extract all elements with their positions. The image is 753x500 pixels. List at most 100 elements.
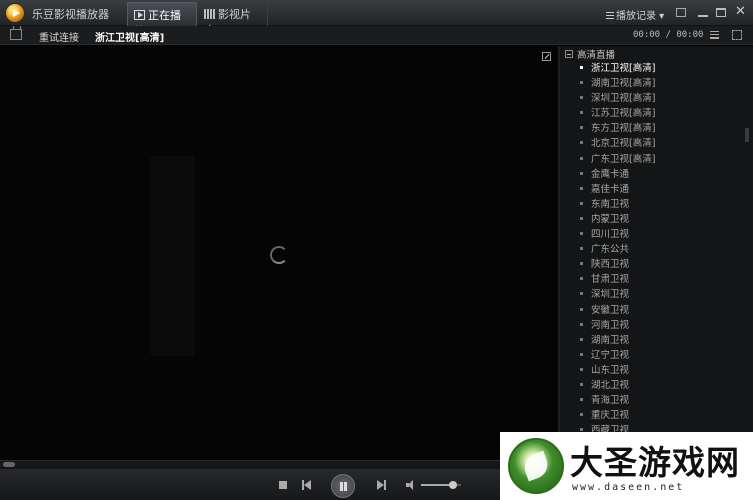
bullet-icon xyxy=(580,337,583,341)
play-pause-button[interactable] xyxy=(331,474,355,498)
minimize-button[interactable] xyxy=(698,15,708,17)
time-display: 00:00 / 00:00 xyxy=(633,30,704,40)
playlist-toggle-icon[interactable] xyxy=(710,31,719,39)
video-area[interactable] xyxy=(0,46,558,460)
volume-icon[interactable] xyxy=(406,480,416,490)
volume-knob[interactable] xyxy=(449,481,457,489)
bullet-icon xyxy=(580,171,583,175)
channel-item[interactable]: 北京卫视[高清] xyxy=(580,136,655,151)
tab-video-library[interactable]: 影视片库 xyxy=(198,2,268,37)
fullscreen-icon[interactable] xyxy=(732,30,742,40)
bullet-icon xyxy=(580,232,583,236)
channel-item[interactable]: 青海卫视 xyxy=(580,393,655,408)
channel-item-label: 湖南卫视[高清] xyxy=(591,78,656,90)
channel-item[interactable]: 河南卫视 xyxy=(580,318,655,333)
channel-item-label: 安徽卫视 xyxy=(591,304,630,316)
channel-item[interactable]: 金鹰卡通 xyxy=(580,167,655,182)
collapse-icon[interactable] xyxy=(565,50,573,58)
channel-item[interactable]: 山东卫视 xyxy=(580,363,655,378)
channel-item[interactable]: 湖南卫视 xyxy=(580,333,655,348)
next-button[interactable] xyxy=(377,480,387,490)
bullet-icon xyxy=(580,111,583,115)
current-channel-title: 浙江卫视[高清] xyxy=(95,33,165,44)
bullet-icon xyxy=(580,307,583,311)
channel-item[interactable]: 深圳卫视[高清] xyxy=(580,91,655,106)
channel-item[interactable]: 广东卫视[高清] xyxy=(580,152,655,167)
app-logo-icon xyxy=(5,3,25,23)
close-button[interactable]: ✕ xyxy=(735,4,746,19)
channel-item-label: 湖南卫视 xyxy=(591,334,630,346)
channel-item-label: 四川卫视 xyxy=(591,229,630,241)
channel-item[interactable]: 四川卫视 xyxy=(580,227,655,242)
site-watermark: 大圣游戏网 www.daseen.net xyxy=(500,432,753,500)
channel-item[interactable]: 嘉佳卡通 xyxy=(580,182,655,197)
bullet-icon xyxy=(580,96,583,100)
channel-item-label: 青海卫视 xyxy=(591,395,630,407)
channel-item-label: 浙江卫视[高清] xyxy=(591,63,656,74)
watermark-logo-icon xyxy=(508,438,564,494)
tv-icon[interactable] xyxy=(10,26,22,40)
channel-item[interactable]: 东南卫视 xyxy=(580,197,655,212)
channel-item[interactable]: 辽宁卫视 xyxy=(580,348,655,363)
stop-button[interactable] xyxy=(279,481,287,489)
channel-item[interactable]: 湖北卫视 xyxy=(580,378,655,393)
maximize-button[interactable] xyxy=(716,8,726,17)
channel-item[interactable]: 陕西卫视 xyxy=(580,257,655,272)
bullet-icon xyxy=(580,262,583,266)
retry-connect-button[interactable]: 重试连接 xyxy=(39,29,79,44)
previous-button[interactable] xyxy=(302,480,312,490)
loading-spinner-icon xyxy=(270,246,288,264)
bullet-icon xyxy=(580,156,583,160)
channel-item-label: 东南卫视 xyxy=(591,198,630,210)
channel-item[interactable]: 深圳卫视 xyxy=(580,287,655,302)
bullet-icon xyxy=(580,367,583,371)
channel-item-label: 重庆卫视 xyxy=(591,410,630,422)
sidebar-scrollbar[interactable] xyxy=(745,128,749,142)
channel-item[interactable]: 甘肃卫视 xyxy=(580,272,655,287)
player-toolbar: 重试连接 浙江卫视[高清] 00:00 / 00:00 xyxy=(0,26,753,45)
history-menu-button[interactable]: 播放记录 ▾ xyxy=(606,7,664,22)
play-square-icon xyxy=(134,10,145,20)
bullet-icon xyxy=(580,382,583,386)
channel-item[interactable]: 安徽卫视 xyxy=(580,303,655,318)
bullet-icon xyxy=(580,322,583,326)
channel-item[interactable]: 浙江卫视[高清] xyxy=(580,61,655,76)
bullet-icon xyxy=(580,292,583,296)
channel-group-title: 高清直播 xyxy=(577,50,616,61)
channel-item[interactable]: 内蒙卫视 xyxy=(580,212,655,227)
channel-item-label: 北京卫视[高清] xyxy=(591,138,656,150)
channel-list: 浙江卫视[高清] 湖南卫视[高清] 深圳卫视[高清] 江苏卫视[高清] 东方卫视[高清]… xyxy=(580,61,655,438)
channel-group-header[interactable]: 高清直播 xyxy=(565,47,616,61)
channel-item[interactable]: 江苏卫视[高清] xyxy=(580,106,655,121)
video-glow xyxy=(150,156,195,356)
bullet-icon xyxy=(580,186,583,190)
channel-item[interactable]: 东方卫视[高清] xyxy=(580,121,655,136)
bullet-icon xyxy=(580,247,583,251)
tab-now-playing[interactable]: 正在播放 xyxy=(127,2,197,38)
channel-item-label: 广东卫视[高清] xyxy=(591,153,656,165)
watermark-name: 大圣游戏网 xyxy=(570,443,740,482)
bullet-icon xyxy=(580,216,583,220)
app-title: 乐豆影视播放器 xyxy=(32,8,109,21)
seek-knob[interactable] xyxy=(3,462,15,467)
channel-item[interactable]: 重庆卫视 xyxy=(580,408,655,423)
channel-item-label: 甘肃卫视 xyxy=(591,274,630,286)
bullet-icon xyxy=(580,141,583,145)
channel-item-label: 辽宁卫视 xyxy=(591,349,630,361)
popout-icon[interactable] xyxy=(542,52,551,61)
channel-item[interactable]: 湖南卫视[高清] xyxy=(580,76,655,91)
bullet-icon xyxy=(580,66,583,69)
dropdown-arrow-icon: ▾ xyxy=(656,11,665,22)
watermark-url: www.daseen.net xyxy=(572,482,685,493)
list-icon xyxy=(606,12,614,19)
channel-item-label: 湖北卫视 xyxy=(591,379,630,391)
channel-item-label: 金鹰卡通 xyxy=(591,168,630,180)
channel-item-label: 河南卫视 xyxy=(591,319,630,331)
bullet-icon xyxy=(580,201,583,205)
channel-item[interactable]: 广东公共 xyxy=(580,242,655,257)
bullet-icon xyxy=(580,277,583,281)
skin-button[interactable] xyxy=(676,8,686,17)
title-bar: 乐豆影视播放器 正在播放 影视片库 播放记录 ▾ ✕ xyxy=(0,0,753,38)
channel-item-label: 山东卫视 xyxy=(591,364,630,376)
bullet-icon xyxy=(580,413,583,417)
